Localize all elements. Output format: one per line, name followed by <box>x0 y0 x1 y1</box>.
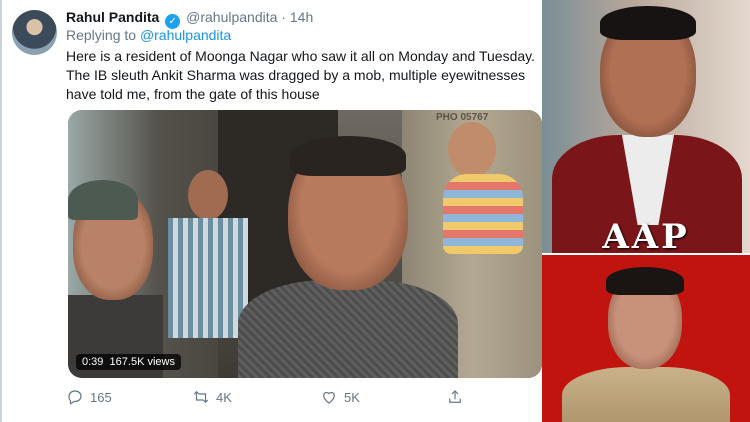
share-button[interactable] <box>446 386 470 408</box>
replying-prefix: Replying to <box>66 27 137 43</box>
author-handle[interactable]: @rahulpandita <box>186 9 277 25</box>
tweet-timestamp[interactable]: 14h <box>290 9 313 25</box>
video-views: 167.5K views <box>109 356 175 368</box>
like-icon <box>323 391 335 404</box>
replying-to-line: Replying to @rahulpandita <box>66 27 231 43</box>
victim-photo <box>542 255 750 422</box>
video-stats-badge: 0:39 167.5K views <box>76 354 181 370</box>
reply-button[interactable]: 165 <box>66 386 112 408</box>
tweet-header: Rahul Pandita ✓ @rahulpandita · 14h <box>66 8 313 29</box>
video-duration: 0:39 <box>82 356 104 368</box>
author-name[interactable]: Rahul Pandita <box>66 9 159 25</box>
retweet-icon <box>193 390 209 404</box>
avatar[interactable] <box>12 10 57 55</box>
share-icon <box>449 390 461 403</box>
header-separator: · <box>281 9 286 25</box>
politician-photo: AAP <box>542 0 750 253</box>
replying-to-link[interactable]: @rahulpandita <box>140 27 231 43</box>
retweet-button[interactable]: 4K <box>192 386 232 408</box>
reply-count: 165 <box>90 389 112 405</box>
tweet-actions: 165 4K 5K <box>66 386 526 410</box>
tweet-text: Here is a resident of Moonga Nagar who s… <box>66 48 535 102</box>
retweet-count: 4K <box>216 389 232 405</box>
like-count: 5K <box>344 389 360 405</box>
video-main-person <box>238 136 458 378</box>
like-button[interactable]: 5K <box>320 386 360 408</box>
video-person-left <box>68 180 163 378</box>
reply-icon <box>68 390 82 405</box>
party-label: AAP <box>602 217 690 253</box>
tweet-video[interactable]: PHO 05767 0:39 167.5K views <box>68 110 542 378</box>
video-background-person <box>168 170 248 338</box>
tweet-card[interactable]: Rahul Pandita ✓ @rahulpandita · 14h Repl… <box>2 0 542 422</box>
